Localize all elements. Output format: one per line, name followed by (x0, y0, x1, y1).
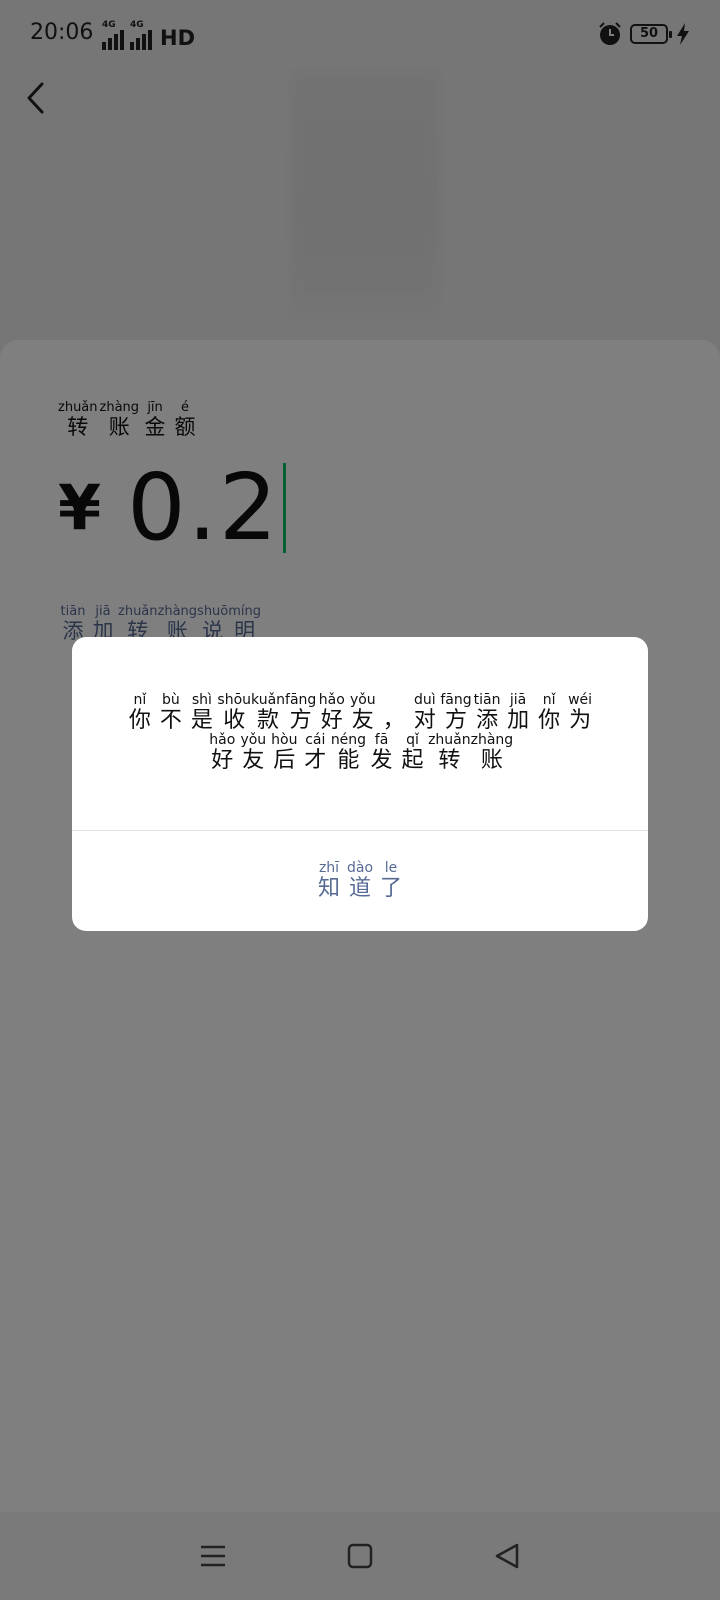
dialog-message-line-1: nǐ 你 bù 不 shì 是 shōu 收 kuǎn 款 fāng 方 hǎo 好 yǒu 友… (128, 692, 593, 734)
dialog-message-line-2: hǎo 好 yǒu 友 hòu 后 cái 才 néng 能 fā 发 qǐ 起 zhuǎn 转… (209, 732, 514, 774)
dialog-message: nǐ 你 bù 不 shì 是 shōu 收 kuǎn 款 fāng 方 hǎo 好 yǒu 友… (72, 637, 648, 830)
got-it-button[interactable]: zhī 知 dào 道 le 了 (72, 831, 648, 931)
alert-dialog: nǐ 你 bù 不 shì 是 shōu 收 kuǎn 款 fāng 方 hǎo 好 yǒu 友… (72, 637, 648, 931)
